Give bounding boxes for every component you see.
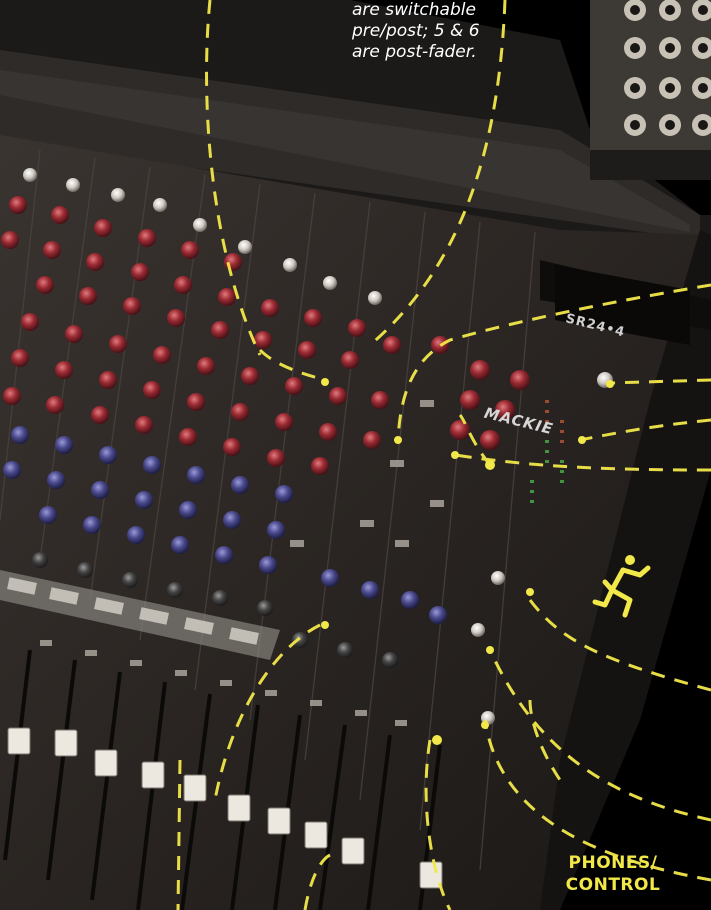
input-jack-panel [590, 0, 711, 180]
callout-caption: are switchable pre/post; 5 & 6 are post-… [352, 0, 532, 63]
callout-line-1: PHONES/ [568, 853, 658, 873]
caption-line-1: are switchable [352, 0, 476, 20]
mixer-photo: MACKIE SR24•4 [0, 0, 711, 910]
caption-line-3: are post-fader. [352, 42, 477, 62]
caption-line-2: pre/post; 5 & 6 [352, 21, 480, 41]
callout-line-2: CONTROL [565, 875, 661, 895]
phones-control-callout: PHONES/ CONTROL [548, 852, 678, 896]
